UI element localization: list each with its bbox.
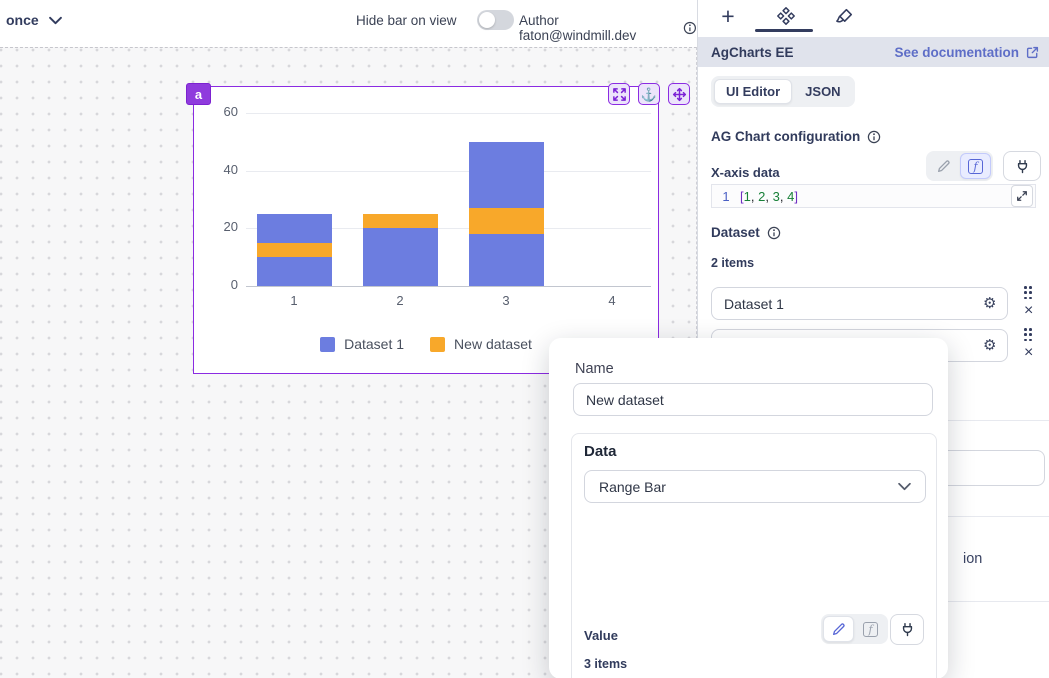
value-items-count: 3 items	[584, 657, 627, 671]
chart-gridline	[246, 113, 651, 114]
app-root: once Hide bar on view Author faton@windm…	[0, 0, 1049, 678]
x-axis-tick-label: 4	[582, 293, 642, 308]
dataset-section-title: Dataset	[711, 225, 781, 240]
author-label: Author faton@windmill.dev	[519, 13, 677, 43]
pencil-icon	[936, 159, 951, 174]
xaxis-code-editor[interactable]: 1 [1, 2, 3, 4]	[711, 184, 1036, 208]
x-axis-tick-label: 1	[264, 293, 324, 308]
value-label: Value	[584, 628, 618, 643]
legend-item[interactable]: New dataset	[430, 336, 532, 352]
component-badge: a	[186, 83, 211, 105]
xaxis-input-mode-toggle: f	[926, 151, 993, 181]
y-axis-tick-label: 20	[200, 219, 238, 234]
x-axis-tick-label: 3	[476, 293, 536, 308]
y-axis-tick-label: 40	[200, 162, 238, 177]
info-icon[interactable]	[683, 21, 697, 35]
info-icon[interactable]	[867, 130, 881, 144]
series-type-select[interactable]: Range Bar	[584, 470, 926, 503]
info-icon[interactable]	[767, 226, 781, 240]
plug-icon	[1015, 159, 1030, 174]
series-type-value: Range Bar	[599, 479, 666, 495]
gear-icon[interactable]: ⚙	[983, 338, 996, 353]
function-mode-button[interactable]: f	[960, 153, 991, 179]
anchor-icon: ⚓	[641, 88, 657, 101]
external-link-icon	[1025, 45, 1040, 60]
components-icon	[776, 6, 796, 26]
maximize-icon	[612, 87, 627, 102]
tab-ui-editor[interactable]: UI Editor	[714, 79, 792, 104]
plus-icon: +	[721, 5, 734, 28]
pencil-mode-button[interactable]	[823, 616, 854, 642]
dataset-count: 2 items	[711, 256, 754, 270]
y-axis-tick-label: 0	[200, 277, 238, 292]
expand-editor-button[interactable]	[1011, 185, 1033, 207]
author-info: Author faton@windmill.dev	[519, 13, 697, 43]
truncated-setting-label: ion	[963, 551, 982, 567]
chart-component[interactable]: a ⚓ 02040601234Dataset 1New dataset	[193, 86, 659, 374]
xaxis-data-label: X-axis data	[711, 165, 780, 180]
pencil-mode-button[interactable]	[928, 153, 959, 179]
tab-theming[interactable]	[829, 2, 859, 30]
value-input-mode-toggle: f	[821, 614, 888, 644]
top-bar: once Hide bar on view Author faton@windm…	[0, 0, 697, 47]
dataset-1-name-input[interactable]	[711, 287, 1008, 320]
chart-gridline	[246, 286, 651, 287]
line-number: 1	[712, 189, 740, 204]
move-icon	[672, 87, 687, 102]
chevron-down-icon	[898, 482, 911, 491]
remove-dataset-1-button[interactable]: ×	[1024, 303, 1033, 319]
dataset-settings-modal: Name Data Range Bar Value f	[549, 338, 948, 678]
legend-label: Dataset 1	[344, 336, 404, 352]
function-icon: f	[968, 159, 983, 174]
xaxis-code-line: [1, 2, 3, 4]	[740, 189, 798, 204]
config-section-title: AG Chart configuration	[711, 129, 881, 144]
name-label: Name	[575, 361, 614, 377]
data-section-title: Data	[584, 443, 617, 460]
value-connect-button[interactable]	[890, 614, 924, 645]
editor-mode-tabs: UI Editor JSON	[711, 76, 855, 107]
tab-components[interactable]	[771, 2, 801, 30]
drag-handle[interactable]	[1024, 328, 1032, 341]
gear-icon[interactable]: ⚙	[983, 296, 996, 311]
legend-swatch	[430, 337, 445, 352]
paintbrush-icon	[835, 7, 854, 26]
tab-json[interactable]: JSON	[794, 80, 851, 103]
hide-bar-toggle[interactable]	[477, 10, 514, 30]
component-type-title: AgCharts EE	[711, 45, 894, 60]
data-section: Data Range Bar Value f 3 items	[571, 433, 937, 678]
x-axis-tick-label: 2	[370, 293, 430, 308]
active-tab-indicator	[755, 29, 813, 32]
expand-diagonal-icon	[1016, 190, 1028, 202]
bar-segment-new-dataset	[469, 208, 544, 234]
chart-gridline	[246, 171, 651, 172]
anchor-button[interactable]: ⚓	[638, 83, 660, 105]
expand-component-button[interactable]	[608, 83, 630, 105]
y-axis-tick-label: 60	[200, 104, 238, 119]
dataset-name-input[interactable]	[573, 383, 933, 416]
bar-segment-new-dataset	[257, 243, 332, 257]
chevron-down-icon	[49, 16, 62, 25]
tab-add-component[interactable]: +	[713, 2, 743, 30]
plug-icon	[900, 622, 915, 637]
legend-item[interactable]: Dataset 1	[320, 336, 404, 352]
schedule-label: once	[6, 12, 39, 28]
schedule-dropdown[interactable]: once	[6, 12, 62, 28]
component-type-header: AgCharts EE See documentation	[698, 37, 1049, 67]
drag-handle[interactable]	[1024, 286, 1032, 299]
hide-bar-label: Hide bar on view	[356, 13, 457, 28]
move-component-button[interactable]	[668, 83, 690, 105]
xaxis-connect-button[interactable]	[1003, 151, 1041, 181]
legend-label: New dataset	[454, 336, 532, 352]
legend-swatch	[320, 337, 335, 352]
pencil-icon	[831, 622, 846, 637]
function-mode-button[interactable]: f	[855, 616, 886, 642]
bar-segment-dataset-1	[363, 228, 438, 286]
bar-segment-new-dataset	[363, 214, 438, 228]
function-icon: f	[863, 622, 878, 637]
toggle-knob	[479, 12, 495, 28]
remove-dataset-2-button[interactable]: ×	[1024, 345, 1033, 361]
see-documentation-link[interactable]: See documentation	[894, 45, 1040, 60]
bar-chart: 0 20 40 60 1 2 3 4 Dataset 1 New dataset	[194, 87, 658, 373]
